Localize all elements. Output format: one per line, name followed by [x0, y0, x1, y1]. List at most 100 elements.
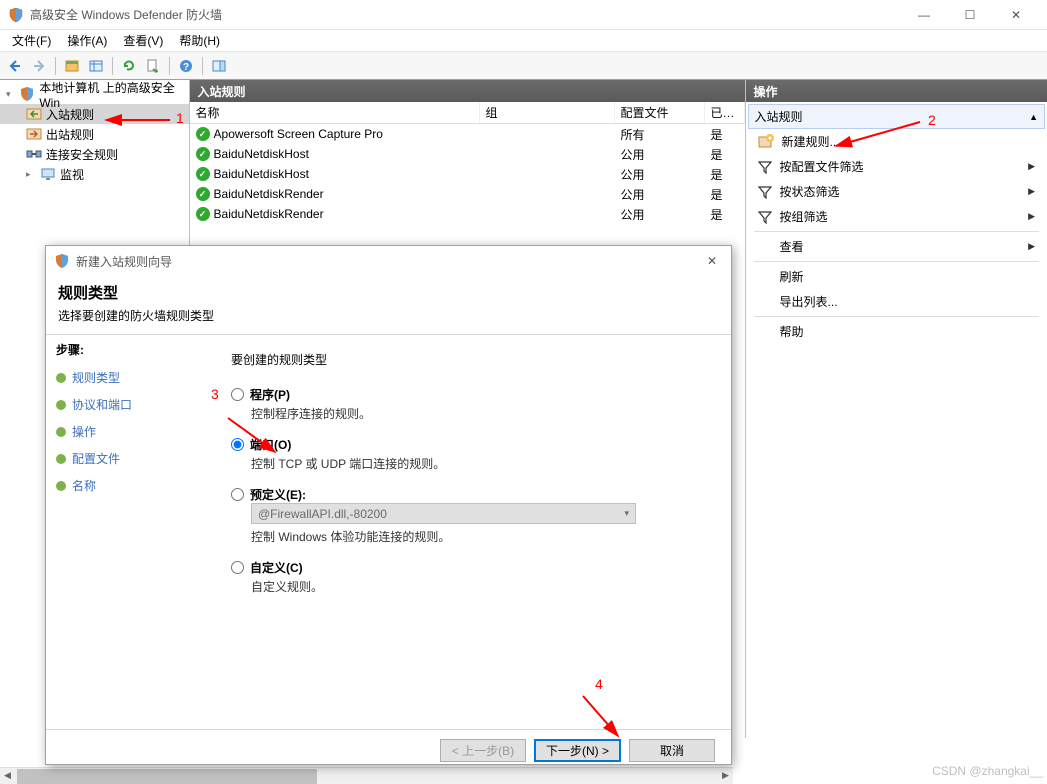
action-export[interactable]: 导出列表...: [748, 289, 1045, 314]
action-filter-group[interactable]: 按组筛选 ▶: [748, 204, 1045, 229]
enabled-check-icon: [196, 207, 210, 221]
close-icon[interactable]: ✕: [701, 254, 723, 268]
svg-text:?: ?: [183, 62, 189, 73]
new-rule-wizard-dialog: 新建入站规则向导 ✕ 规则类型 选择要创建的防火墙规则类型 步骤: 规则类型 协…: [45, 245, 732, 765]
enabled-check-icon: [196, 167, 210, 181]
action-view[interactable]: 查看 ▶: [748, 234, 1045, 259]
toolbar-btn-1[interactable]: [61, 55, 83, 77]
list-row[interactable]: BaiduNetdiskHost 公用 是: [190, 144, 745, 164]
minimize-button[interactable]: —: [901, 0, 947, 30]
action-new-rule[interactable]: ✦ 新建规则...: [748, 129, 1045, 154]
center-panel-header: 入站规则: [190, 80, 745, 102]
step-protocol[interactable]: 协议和端口: [56, 391, 191, 418]
inbound-rules-icon: [26, 106, 42, 122]
wizard-titlebar: 新建入站规则向导 ✕: [46, 246, 731, 276]
actions-panel: 操作 入站规则 ▲ ✦ 新建规则... 按配置文件筛选 ▶ 按状态筛选 ▶: [746, 80, 1047, 738]
filter-icon: [758, 160, 772, 174]
actions-section: 入站规则 ▲: [748, 104, 1045, 129]
nav-forward-button[interactable]: [28, 55, 50, 77]
wizard-subheading: 选择要创建的防火墙规则类型: [58, 307, 719, 324]
list-row[interactable]: BaiduNetdiskRender 公用 是: [190, 184, 745, 204]
annotation-3: 3: [211, 386, 219, 402]
chevron-down-icon[interactable]: ▾: [6, 89, 15, 100]
radio-port[interactable]: [231, 438, 244, 451]
wizard-header: 规则类型 选择要创建的防火墙规则类型: [46, 276, 731, 334]
opt-predefined: 预定义(E): @FirewallAPI.dll,-80200 ▾ 控制 Win…: [231, 486, 711, 545]
cancel-button[interactable]: 取消: [629, 739, 715, 762]
tree-inbound-label: 入站规则: [46, 106, 94, 123]
firewall-shield-icon: [54, 253, 70, 269]
window-titlebar: 高级安全 Windows Defender 防火墙 — ☐ ✕: [0, 0, 1047, 30]
firewall-shield-icon: [8, 7, 24, 23]
tree-connection-security[interactable]: 连接安全规则: [0, 144, 189, 164]
step-profile[interactable]: 配置文件: [56, 445, 191, 472]
radio-custom[interactable]: [231, 561, 244, 574]
action-help[interactable]: 帮助: [748, 319, 1045, 344]
radio-program[interactable]: [231, 388, 244, 401]
watermark: CSDN @zhangkai__: [932, 764, 1043, 778]
col-enabled[interactable]: 已…: [705, 102, 745, 123]
chevron-down-icon: ▾: [624, 508, 629, 519]
close-button[interactable]: ✕: [993, 0, 1039, 30]
filter-icon: [758, 185, 772, 199]
steps-label: 步骤:: [56, 341, 191, 358]
menu-action[interactable]: 操作(A): [59, 30, 115, 51]
action-filter-profile[interactable]: 按配置文件筛选 ▶: [748, 154, 1045, 179]
step-name[interactable]: 名称: [56, 472, 191, 499]
col-profile[interactable]: 配置文件: [615, 102, 705, 123]
maximize-button[interactable]: ☐: [947, 0, 993, 30]
window-title: 高级安全 Windows Defender 防火墙: [30, 6, 901, 23]
action-refresh[interactable]: 刷新: [748, 264, 1045, 289]
toolbar-export-button[interactable]: [142, 55, 164, 77]
chevron-right-icon: ▶: [1028, 161, 1035, 172]
list-row[interactable]: BaiduNetdiskHost 公用 是: [190, 164, 745, 184]
list-body: Apowersoft Screen Capture Pro 所有 是 Baidu…: [190, 124, 745, 224]
list-row[interactable]: Apowersoft Screen Capture Pro 所有 是: [190, 124, 745, 144]
new-rule-icon: ✦: [758, 134, 774, 150]
nav-back-button[interactable]: [4, 55, 26, 77]
menu-file[interactable]: 文件(F): [4, 30, 59, 51]
col-name[interactable]: 名称: [190, 102, 480, 123]
collapse-arrow-icon[interactable]: ▲: [1029, 112, 1038, 122]
toolbar-refresh-button[interactable]: [118, 55, 140, 77]
opt-predefined-desc: 控制 Windows 体验功能连接的规则。: [251, 528, 711, 545]
toolbar: ?: [0, 52, 1047, 80]
enabled-check-icon: [196, 127, 210, 141]
tree-monitor[interactable]: ▸ 监视: [0, 164, 189, 184]
menu-view[interactable]: 查看(V): [115, 30, 171, 51]
enabled-check-icon: [196, 147, 210, 161]
tree-connsec-label: 连接安全规则: [46, 146, 118, 163]
action-filter-state[interactable]: 按状态筛选 ▶: [748, 179, 1045, 204]
menubar: 文件(F) 操作(A) 查看(V) 帮助(H): [0, 30, 1047, 52]
wizard-heading: 规则类型: [58, 282, 719, 303]
opt-custom: 自定义(C) 自定义规则。: [231, 559, 711, 595]
list-header: 名称 组 配置文件 已…: [190, 102, 745, 124]
firewall-shield-icon: [19, 86, 35, 102]
menu-help[interactable]: 帮助(H): [171, 30, 228, 51]
scrollbar-thumb[interactable]: [17, 769, 317, 784]
toolbar-btn-2[interactable]: [85, 55, 107, 77]
toolbar-help-button[interactable]: ?: [175, 55, 197, 77]
chevron-right-icon: ▶: [1028, 211, 1035, 222]
wizard-button-bar: < 上一步(B) 下一步(N) > 取消: [46, 729, 731, 771]
opt-custom-desc: 自定义规则。: [251, 578, 711, 595]
toolbar-btn-last[interactable]: [208, 55, 230, 77]
chevron-right-icon[interactable]: ▸: [26, 169, 36, 180]
back-button: < 上一步(B): [440, 739, 526, 762]
list-row[interactable]: BaiduNetdiskRender 公用 是: [190, 204, 745, 224]
radio-predefined[interactable]: [231, 488, 244, 501]
step-ruletype[interactable]: 规则类型: [56, 364, 191, 391]
wizard-content: 要创建的规则类型 程序(P) 控制程序连接的规则。 端口(O) 控制 TCP 或…: [201, 335, 731, 729]
tree-root[interactable]: ▾ 本地计算机 上的高级安全 Win: [0, 84, 189, 104]
scroll-left-button[interactable]: ◀: [0, 768, 15, 783]
monitor-icon: [40, 166, 56, 182]
step-operation[interactable]: 操作: [56, 418, 191, 445]
chevron-right-icon: ▶: [1028, 186, 1035, 197]
tree-outbound-rules[interactable]: 出站规则: [0, 124, 189, 144]
predefined-select: @FirewallAPI.dll,-80200 ▾: [251, 503, 636, 524]
next-button[interactable]: 下一步(N) >: [534, 739, 621, 762]
chevron-right-icon: ▶: [1028, 241, 1035, 252]
opt-port-desc: 控制 TCP 或 UDP 端口连接的规则。: [251, 455, 711, 472]
tree-outbound-label: 出站规则: [46, 126, 94, 143]
col-group[interactable]: 组: [480, 102, 615, 123]
